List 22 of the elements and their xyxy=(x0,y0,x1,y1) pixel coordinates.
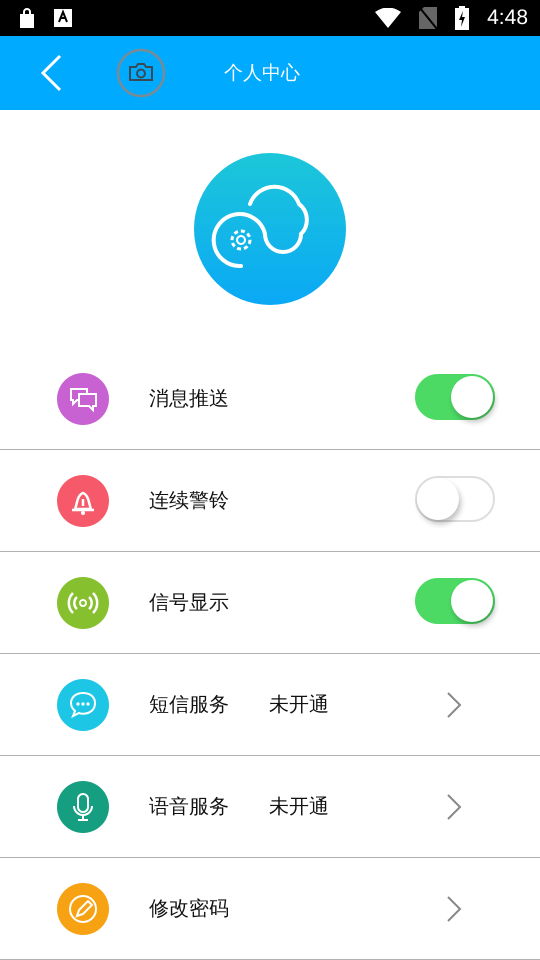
chevron-right-icon[interactable] xyxy=(446,895,462,923)
status-value: 未开通 xyxy=(269,793,329,820)
toggle-switch[interactable] xyxy=(415,374,495,420)
toggle-switch[interactable] xyxy=(415,476,495,522)
status-value: 未开通 xyxy=(269,691,329,718)
setting-label: 消息推送 xyxy=(149,385,230,412)
battery-icon xyxy=(455,6,470,30)
back-icon[interactable] xyxy=(38,53,64,93)
camera-icon[interactable] xyxy=(116,48,166,98)
wifi-icon xyxy=(375,8,402,28)
page-title: 个人中心 xyxy=(224,61,300,86)
chevron-right-icon[interactable] xyxy=(446,793,462,821)
setting-label: 语音服务 xyxy=(149,793,230,820)
toggle-switch[interactable] xyxy=(415,578,495,624)
no-sim-icon xyxy=(419,7,438,29)
setting-label: 连续警铃 xyxy=(149,487,230,514)
chevron-right-icon[interactable] xyxy=(446,691,462,719)
setting-label: 信号显示 xyxy=(149,589,230,616)
status-time: 4:48 xyxy=(487,6,528,30)
setting-label: 短信服务 xyxy=(149,691,230,718)
setting-label: 修改密码 xyxy=(149,895,230,922)
bag-icon xyxy=(18,8,36,28)
